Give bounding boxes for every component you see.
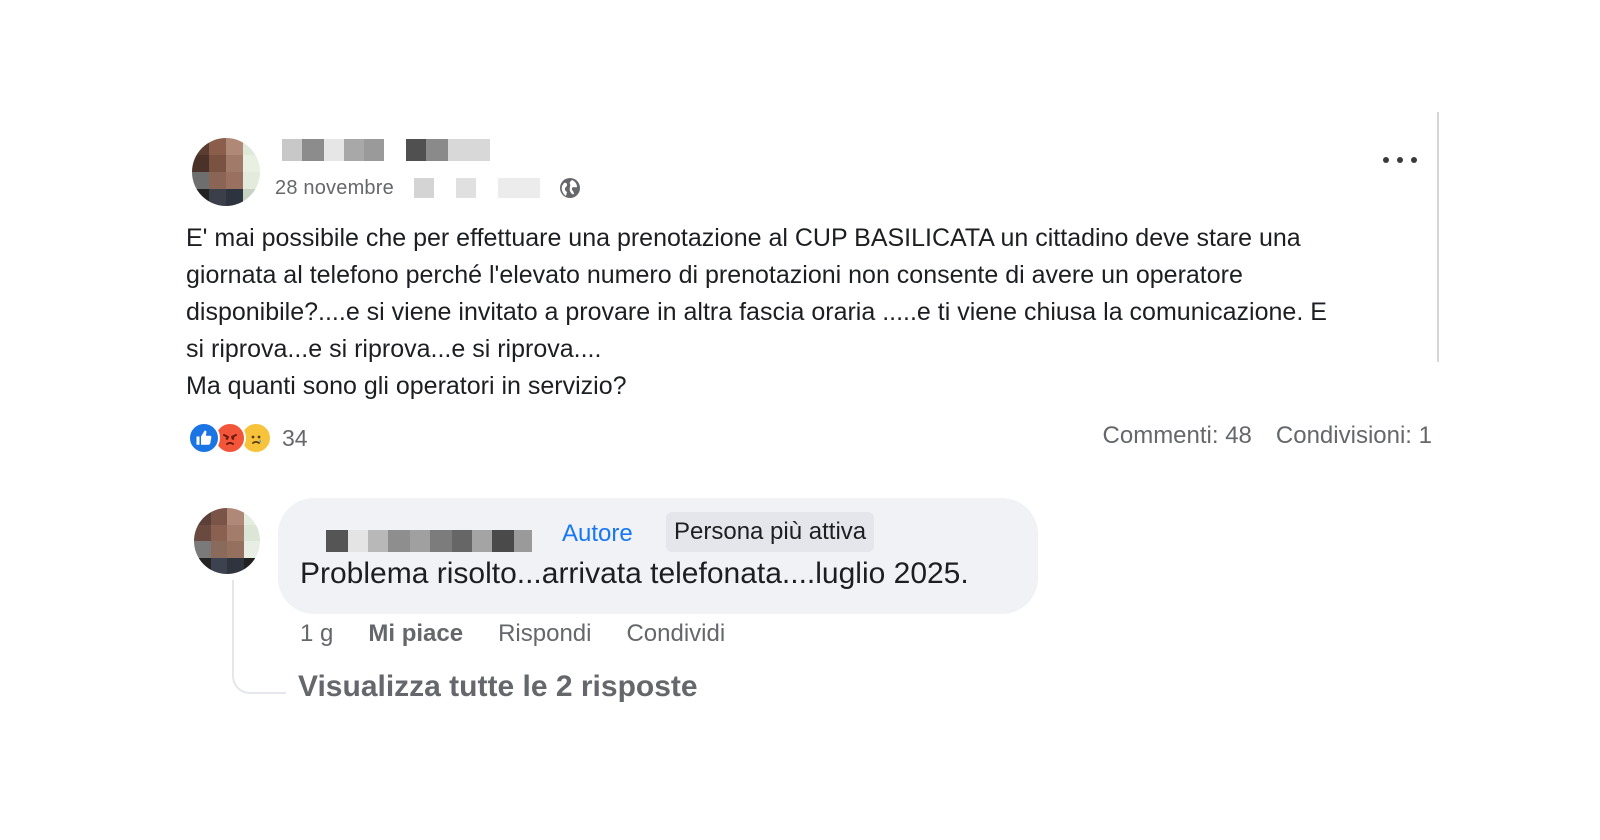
commenter-name-redacted[interactable] [326, 530, 532, 552]
post-meta-redacted [413, 178, 540, 198]
share-comment-button[interactable]: Condividi [626, 620, 725, 648]
reply-thread-line [232, 580, 286, 694]
comment-text: Problema risolto...arrivata telefonata..… [300, 557, 969, 590]
post-author-avatar[interactable] [192, 138, 260, 206]
view-all-replies-link[interactable]: Visualizza tutte le 2 risposte [298, 670, 698, 704]
reactions-summary[interactable]: 34 [188, 422, 308, 454]
like-comment-button[interactable]: Mi piace [368, 620, 463, 648]
scrollbar-track [1437, 112, 1439, 362]
comment-timestamp[interactable]: 1 g [300, 620, 333, 648]
author-badge: Autore [562, 520, 633, 547]
post-author-name-redacted[interactable] [282, 139, 490, 161]
post-date[interactable]: 28 novembre [275, 177, 394, 200]
post-meta: 28 novembre [275, 176, 582, 200]
commenter-avatar[interactable] [194, 508, 260, 574]
post-body-line: E' mai possibile che per effettuare una … [186, 224, 1301, 252]
globe-icon [559, 178, 580, 198]
post-body-line: si riprova...e si riprova...e si riprova… [186, 335, 602, 363]
post-body-line: Ma quanti sono gli operatori in servizio… [186, 372, 627, 400]
more-options-button[interactable] [1383, 150, 1417, 170]
post-body-line: disponibile?....e si viene invitato a pr… [186, 298, 1327, 326]
shares-count-link[interactable]: Condivisioni: 1 [1276, 422, 1432, 450]
post-body-line: giornata al telefono perché l'elevato nu… [186, 261, 1243, 289]
post-body: E' mai possibile che per effettuare una … [186, 220, 1426, 405]
comments-count-link[interactable]: Commenti: 48 [1103, 422, 1252, 450]
reaction-count: 34 [282, 424, 308, 451]
comment-bubble [278, 498, 1038, 614]
post-stats: Commenti: 48 Condivisioni: 1 [1103, 422, 1432, 450]
reply-button[interactable]: Rispondi [498, 620, 591, 648]
more-horizontal-icon [1383, 157, 1389, 163]
comment-actions: 1 g Mi piace Rispondi Condividi [300, 620, 760, 648]
like-icon [188, 422, 220, 454]
top-fan-badge: Persona più attiva [666, 512, 875, 552]
